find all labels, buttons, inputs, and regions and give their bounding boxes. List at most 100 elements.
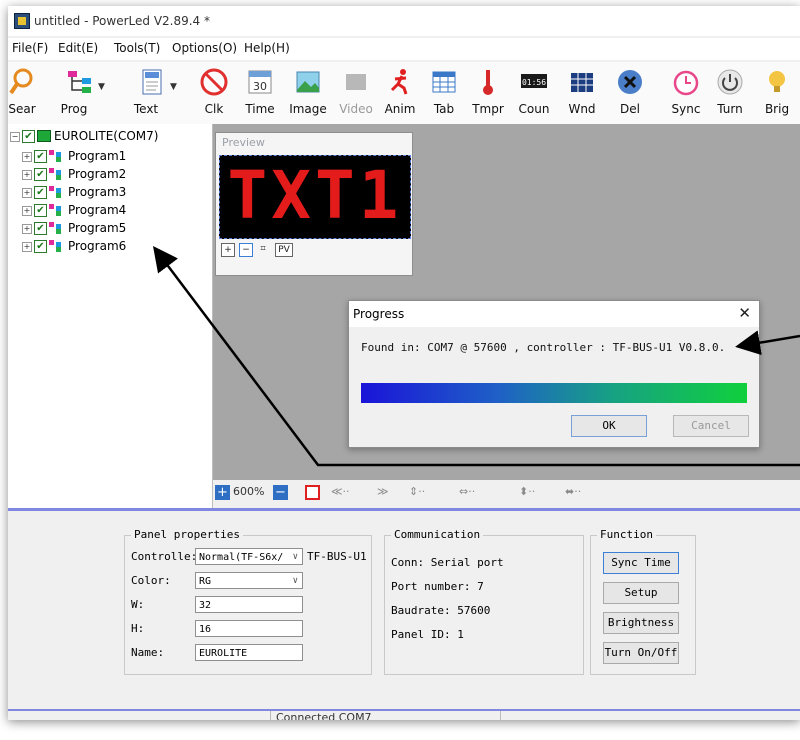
ok-button[interactable]: OK	[571, 415, 647, 437]
tree-program-node[interactable]: + ✔ Program3	[22, 184, 202, 202]
toolbar-table-button[interactable]: Tab	[424, 62, 464, 122]
toolbar-window-button[interactable]: Wnd	[560, 62, 604, 122]
color-value: RG	[199, 576, 212, 587]
led-display[interactable]: TXT1	[219, 155, 411, 239]
toolbar-time-button[interactable]: 30 Time	[238, 62, 282, 122]
expand-icon[interactable]: +	[22, 206, 32, 216]
tree-root-node[interactable]: − ✔ EUROLITE(COM7)	[10, 128, 210, 146]
tree-program-node[interactable]: + ✔ Program4	[22, 202, 202, 220]
distribute-horizontal-icon[interactable]: ⬌··	[565, 485, 581, 501]
toolbar: Sear Prog ▼ Text ▼ Clk 30 Time Image Vid…	[8, 62, 800, 125]
toolbar-animation-label: Anim	[384, 102, 416, 116]
expand-icon[interactable]: +	[22, 188, 32, 198]
sync-time-button[interactable]: Sync Time	[603, 552, 679, 574]
toolbar-search-button[interactable]: Sear	[8, 62, 36, 122]
menu-help[interactable]: Help(H)	[244, 41, 290, 55]
preview-pv-button[interactable]: PV	[275, 243, 293, 257]
menu-options[interactable]: Options(O)	[172, 41, 237, 55]
checkbox-icon[interactable]: ✔	[22, 130, 35, 143]
expand-icon[interactable]: +	[22, 224, 32, 234]
checkbox-icon[interactable]: ✔	[34, 222, 47, 235]
toolbar-temperature-button[interactable]: Tmpr	[468, 62, 508, 122]
checkbox-icon[interactable]: ✔	[34, 150, 47, 163]
tree-program-node[interactable]: + ✔ Program6	[22, 238, 202, 256]
preview-fit-button[interactable]: ⌗	[257, 243, 269, 255]
menu-bar: File(F) Edit(E) Tools(T) Options(O) Help…	[8, 38, 800, 60]
zoom-in-button[interactable]: +	[215, 485, 230, 500]
toolbar-delete-button[interactable]: Del	[608, 62, 652, 122]
name-label: Name:	[131, 646, 165, 659]
function-group: Function Sync Time Setup Brightness Turn…	[590, 528, 696, 675]
expand-icon[interactable]: +	[22, 170, 32, 180]
properties-area: Panel properties Controlle: Normal(TF-S6…	[8, 511, 800, 709]
toolbar-sync-button[interactable]: Sync	[666, 62, 706, 122]
color-select[interactable]: RG ∨	[195, 572, 303, 589]
toolbar-program-label: Prog	[60, 102, 88, 116]
controller-select[interactable]: Normal(TF-S6x/ ∨	[195, 548, 303, 565]
tree-program-node[interactable]: + ✔ Program1	[22, 148, 202, 166]
expand-icon[interactable]: +	[22, 242, 32, 252]
menu-edit[interactable]: Edit(E)	[58, 41, 98, 55]
brightness-button[interactable]: Brightness	[603, 612, 679, 634]
collapse-icon[interactable]: −	[10, 132, 20, 142]
setup-button[interactable]: Setup	[603, 582, 679, 604]
align-left-icon[interactable]: ≪··	[331, 485, 350, 501]
svg-text:30: 30	[253, 80, 267, 93]
editor-canvas[interactable]: Preview TXT1 + − ⌗ PV Progress ✕ Found i…	[213, 124, 800, 480]
distribute-vertical-icon[interactable]: ⬍··	[519, 485, 535, 501]
chevron-down-icon[interactable]: ▼	[98, 82, 105, 92]
toolbar-text-button[interactable]: Text ▼	[126, 62, 178, 122]
magnifier-icon	[9, 68, 33, 95]
align-horizontal-icon[interactable]: ⇔··	[459, 485, 475, 501]
toolbar-clock-button[interactable]: Clk	[194, 62, 234, 122]
text-icon	[142, 69, 162, 95]
program-icon	[68, 71, 91, 93]
toolbar-video-button[interactable]: Video	[334, 62, 378, 122]
toolbar-table-label: Tab	[433, 102, 455, 116]
tree-program-label: Program1	[68, 149, 127, 163]
expand-icon[interactable]: +	[22, 152, 32, 162]
height-input[interactable]: 16	[195, 620, 303, 637]
toolbar-animation-button[interactable]: Anim	[380, 62, 420, 122]
toolbar-counter-button[interactable]: 01:56 Coun	[512, 62, 556, 122]
checkbox-icon[interactable]: ✔	[34, 168, 47, 181]
align-vertical-icon[interactable]: ⇕··	[409, 485, 425, 501]
toolbar-turn-label: Turn	[717, 102, 743, 116]
record-icon[interactable]	[305, 485, 320, 500]
menu-tools[interactable]: Tools(T)	[114, 41, 160, 55]
controller-model: TF-BUS-U1	[307, 550, 367, 563]
toolbar-window-label: Wnd	[568, 102, 596, 116]
toolbar-turn-button[interactable]: Turn	[710, 62, 750, 122]
controller-value: Normal(TF-S6x/	[199, 552, 284, 563]
toolbar-program-button[interactable]: Prog ▼	[54, 62, 106, 122]
counter-icon: 01:56	[521, 74, 547, 88]
name-input[interactable]: EUROLITE	[195, 644, 303, 661]
menu-file[interactable]: File(F)	[12, 41, 48, 55]
align-right-icon[interactable]: ≫	[377, 485, 389, 501]
app-logo-icon	[14, 13, 30, 29]
led-display-text: TXT1	[227, 157, 403, 234]
tree-program-node[interactable]: + ✔ Program2	[22, 166, 202, 184]
calendar-icon: 30	[248, 70, 272, 94]
checkbox-icon[interactable]: ✔	[34, 204, 47, 217]
communication-group: Communication Conn: Serial port Port num…	[384, 528, 584, 675]
width-input[interactable]: 32	[195, 596, 303, 613]
toolbar-image-label: Image	[289, 102, 327, 116]
preview-zoom-in-button[interactable]: +	[221, 243, 235, 257]
turn-on-off-button[interactable]: Turn On/Off	[603, 642, 679, 664]
progress-bar-fill	[361, 383, 747, 403]
tree-program-node[interactable]: + ✔ Program5	[22, 220, 202, 238]
chevron-down-icon[interactable]: ▼	[170, 82, 177, 92]
close-icon[interactable]: ✕	[738, 304, 751, 322]
status-bar: Connected COM7	[8, 711, 800, 720]
cancel-button[interactable]: Cancel	[673, 415, 749, 437]
toolbar-image-button[interactable]: Image	[286, 62, 330, 122]
toolbar-brightness-button[interactable]: Brig	[754, 62, 800, 122]
toolbar-clock-label: Clk	[204, 102, 224, 116]
checkbox-icon[interactable]: ✔	[34, 186, 47, 199]
window-icon	[571, 73, 593, 92]
preview-zoom-out-button[interactable]: −	[239, 243, 253, 257]
checkbox-icon[interactable]: ✔	[34, 240, 47, 253]
preview-label: Preview	[222, 136, 265, 149]
zoom-out-button[interactable]: −	[273, 485, 288, 500]
